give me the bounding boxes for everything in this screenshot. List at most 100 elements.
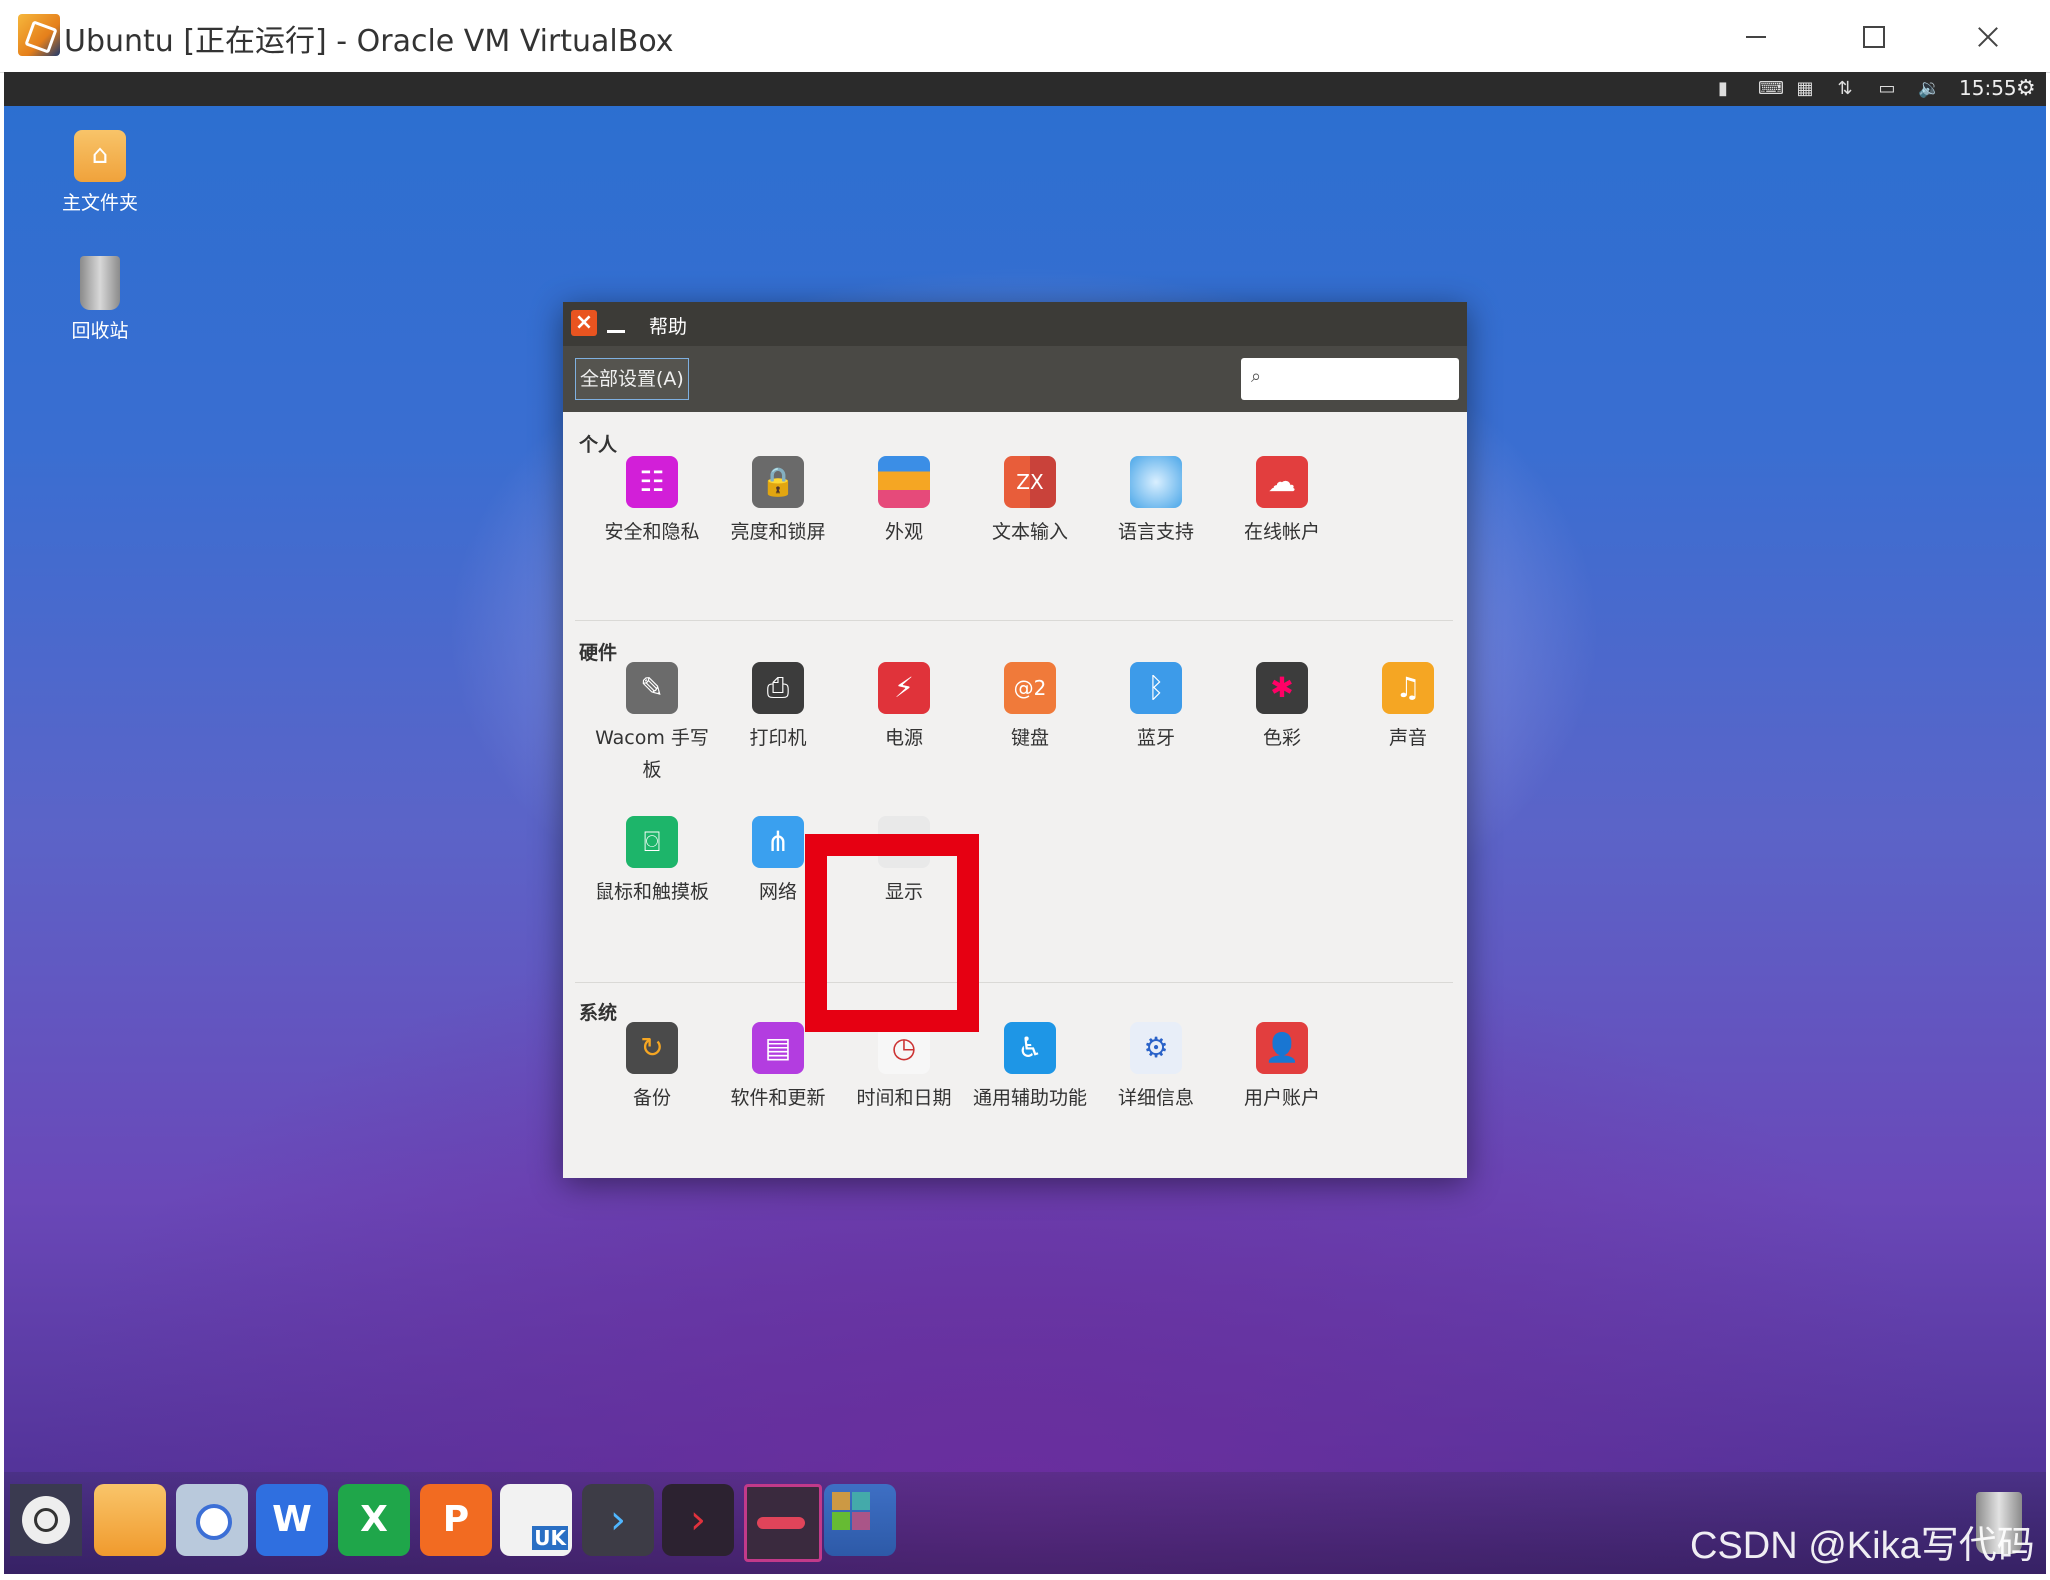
user-icon: 👤 bbox=[1256, 1022, 1308, 1074]
item-brightness-lock[interactable]: 🔒 亮度和锁屏 bbox=[715, 456, 841, 548]
bluetooth-icon: ᛒ bbox=[1130, 662, 1182, 714]
input-method-icon[interactable]: ▮ bbox=[1712, 78, 1734, 100]
music-note-icon: ♫ bbox=[1382, 662, 1434, 714]
mouse-icon: ⌼ bbox=[626, 816, 678, 868]
settings-title: 帮助 bbox=[649, 316, 688, 338]
item-label: 电源 bbox=[884, 727, 923, 749]
host-window-title: Ubuntu [正在运行] - Oracle VM VirtualBox bbox=[64, 24, 674, 59]
item-mouse-touchpad[interactable]: ⌼ 鼠标和触摸板 bbox=[589, 816, 715, 908]
gear-icon[interactable]: ⚙ bbox=[2016, 76, 2036, 101]
desktop-trash[interactable]: 回收站 bbox=[40, 256, 160, 343]
printer-icon: ⎙ bbox=[752, 662, 804, 714]
dock-files[interactable] bbox=[94, 1484, 166, 1556]
keyboard-icon[interactable]: ⌨ bbox=[1758, 78, 1784, 100]
ubuntu-logo-icon bbox=[22, 1496, 70, 1544]
clock[interactable]: 15:55 bbox=[1959, 76, 2017, 100]
item-label: 声音 bbox=[1388, 727, 1427, 749]
item-backup[interactable]: ↻ 备份 bbox=[589, 1022, 715, 1114]
maximize-button[interactable] bbox=[1848, 14, 1896, 58]
item-power[interactable]: ⚡ 电源 bbox=[841, 662, 967, 754]
color-icon: ✱ bbox=[1256, 662, 1308, 714]
item-label: 打印机 bbox=[749, 727, 807, 749]
item-label: 文本输入 bbox=[991, 521, 1068, 543]
item-printer[interactable]: ⎙ 打印机 bbox=[715, 662, 841, 754]
home-folder-icon bbox=[74, 130, 126, 182]
item-label: 色彩 bbox=[1262, 727, 1301, 749]
item-label: Wacom 手写板 bbox=[595, 727, 709, 781]
item-text-input[interactable]: ZX 文本输入 bbox=[967, 456, 1093, 548]
item-label: 安全和隐私 bbox=[604, 521, 700, 543]
dock-workspaces[interactable] bbox=[824, 1484, 896, 1556]
dock-system-settings[interactable] bbox=[744, 1484, 822, 1562]
item-language-support[interactable]: 语言支持 bbox=[1093, 456, 1219, 548]
settings-titlebar: × 帮助 bbox=[563, 302, 1467, 346]
dock-software-center[interactable] bbox=[500, 1484, 572, 1556]
security-privacy-icon: ☷ bbox=[626, 456, 678, 508]
item-label: 详细信息 bbox=[1117, 1087, 1194, 1109]
item-security-privacy[interactable]: ☷ 安全和隐私 bbox=[589, 456, 715, 548]
item-wacom-tablet[interactable]: ✎ Wacom 手写板 bbox=[589, 662, 715, 786]
item-details[interactable]: ⚙ 详细信息 bbox=[1093, 1022, 1219, 1114]
close-button[interactable] bbox=[1964, 14, 2012, 58]
item-sound[interactable]: ♫ 声音 bbox=[1345, 662, 1471, 754]
item-label: 在线帐户 bbox=[1243, 521, 1320, 543]
section-divider bbox=[575, 620, 1453, 621]
top-panel: ▮ ⌨ ▦ ⇅ ▭ 🔉 15:55 ⚙ bbox=[4, 72, 2046, 106]
desktop-home-folder[interactable]: 主文件夹 bbox=[40, 130, 160, 215]
settings-minimize-button[interactable] bbox=[603, 310, 629, 336]
item-user-accounts[interactable]: 👤 用户账户 bbox=[1219, 1022, 1345, 1114]
accessibility-icon: ♿ bbox=[1004, 1022, 1056, 1074]
dock-wps-spreadsheet[interactable]: X bbox=[338, 1484, 410, 1556]
virtualbox-icon bbox=[18, 14, 60, 56]
item-label: 外观 bbox=[884, 521, 923, 543]
search-icon: ⌕ bbox=[1251, 366, 1262, 387]
section-personal: 个人 bbox=[579, 434, 618, 456]
highlight-box bbox=[805, 834, 979, 1032]
brightness-lock-icon: 🔒 bbox=[752, 456, 804, 508]
appearance-icon bbox=[878, 456, 930, 508]
item-label: 亮度和锁屏 bbox=[730, 521, 826, 543]
watermark: CSDN @Kika写代码 bbox=[1690, 1525, 2035, 1567]
item-software-updates[interactable]: ▤ 软件和更新 bbox=[715, 1022, 841, 1114]
item-online-accounts[interactable]: ☁ 在线帐户 bbox=[1219, 456, 1345, 548]
wacom-tablet-icon: ✎ bbox=[626, 662, 678, 714]
item-bluetooth[interactable]: ᛒ 蓝牙 bbox=[1093, 662, 1219, 754]
section-divider bbox=[575, 982, 1453, 983]
settings-close-button[interactable]: × bbox=[571, 310, 597, 336]
item-label: 键盘 bbox=[1010, 727, 1049, 749]
settings-window: × 帮助 全部设置(A) ⌕ 个人 ☷ 安全和隐私 🔒 亮度和锁屏 外观 ZX … bbox=[563, 302, 1467, 1178]
dock-browser[interactable] bbox=[176, 1484, 248, 1556]
network-icon[interactable]: ⇅ bbox=[1834, 78, 1856, 100]
item-keyboard[interactable]: @2 键盘 bbox=[967, 662, 1093, 754]
volume-icon[interactable]: 🔉 bbox=[1918, 78, 1940, 100]
item-time-date[interactable]: ◷ 时间和日期 bbox=[841, 1022, 967, 1114]
dock-terminal-blue[interactable]: › bbox=[582, 1484, 654, 1556]
search-input[interactable] bbox=[1275, 364, 1455, 394]
section-hardware: 硬件 bbox=[579, 642, 618, 664]
minimize-button[interactable] bbox=[1732, 14, 1780, 58]
battery-icon[interactable]: ▭ bbox=[1876, 78, 1898, 100]
item-label: 鼠标和触摸板 bbox=[594, 881, 709, 903]
item-label: 语言支持 bbox=[1117, 521, 1194, 543]
item-label: 通用辅助功能 bbox=[972, 1087, 1087, 1109]
search-box[interactable]: ⌕ bbox=[1241, 358, 1459, 400]
details-gear-icon: ⚙ bbox=[1130, 1022, 1182, 1074]
globe-icon bbox=[1130, 456, 1182, 508]
dock-wps-writer[interactable]: W bbox=[256, 1484, 328, 1556]
section-system: 系统 bbox=[579, 1002, 618, 1024]
all-settings-button[interactable]: 全部设置(A) bbox=[575, 358, 689, 400]
item-appearance[interactable]: 外观 bbox=[841, 456, 967, 548]
item-label: 时间和日期 bbox=[856, 1087, 952, 1109]
keyboard-settings-icon: @2 bbox=[1004, 662, 1056, 714]
item-label: 蓝牙 bbox=[1136, 727, 1175, 749]
item-accessibility[interactable]: ♿ 通用辅助功能 bbox=[967, 1022, 1093, 1114]
item-label: 备份 bbox=[632, 1087, 671, 1109]
item-color[interactable]: ✱ 色彩 bbox=[1219, 662, 1345, 754]
dock-ubuntu-button[interactable] bbox=[10, 1484, 82, 1556]
dock-terminal-red[interactable]: › bbox=[662, 1484, 734, 1556]
dock-wps-presentation[interactable]: P bbox=[420, 1484, 492, 1556]
desktop-home-label: 主文件夹 bbox=[61, 192, 138, 214]
calendar-icon[interactable]: ▦ bbox=[1794, 78, 1816, 100]
text-input-icon: ZX bbox=[1004, 456, 1056, 508]
item-label: 软件和更新 bbox=[730, 1087, 826, 1109]
